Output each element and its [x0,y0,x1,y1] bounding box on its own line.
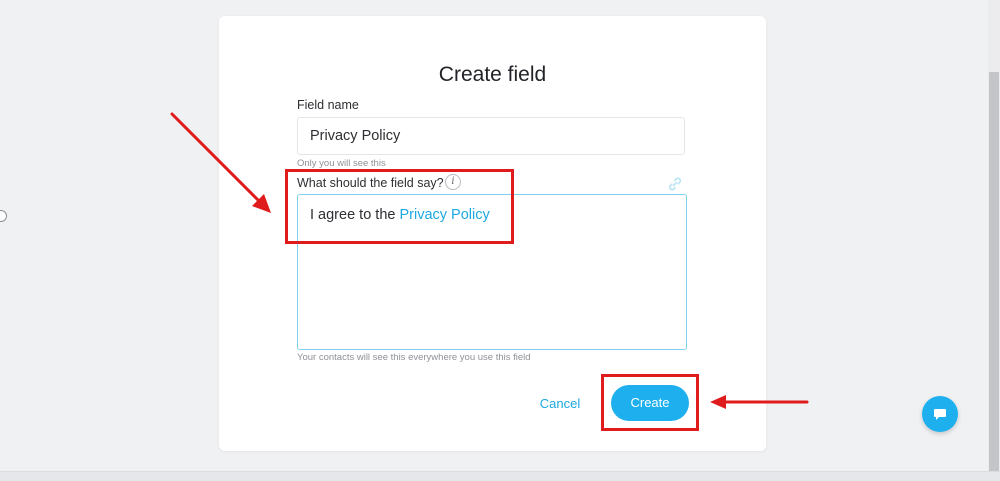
page: Create field Field name Only you will se… [0,0,1000,481]
info-icon[interactable]: i [445,174,461,190]
create-field-modal: Create field Field name Only you will se… [219,16,766,451]
field-name-input[interactable] [297,117,685,155]
left-edge-handle[interactable] [0,210,7,222]
privacy-policy-link[interactable]: Privacy Policy [399,207,489,223]
field-say-hint: Your contacts will see this everywhere y… [297,352,531,363]
modal-title: Create field [438,63,547,86]
field-name-hint: Only you will see this [297,158,386,169]
field-say-textarea[interactable]: I agree to the Privacy Policy [297,194,687,350]
bottom-bar [0,471,1000,481]
field-name-label: Field name [297,98,359,112]
create-button[interactable]: Create [611,385,689,421]
cancel-button[interactable]: Cancel [531,394,589,414]
chat-icon [934,409,946,420]
link-icon[interactable] [667,176,683,192]
field-say-text: I agree to the [310,207,400,223]
chat-widget-button[interactable] [922,396,958,432]
scrollbar-thumb[interactable] [989,72,999,472]
field-say-label: What should the field say? [297,176,444,190]
